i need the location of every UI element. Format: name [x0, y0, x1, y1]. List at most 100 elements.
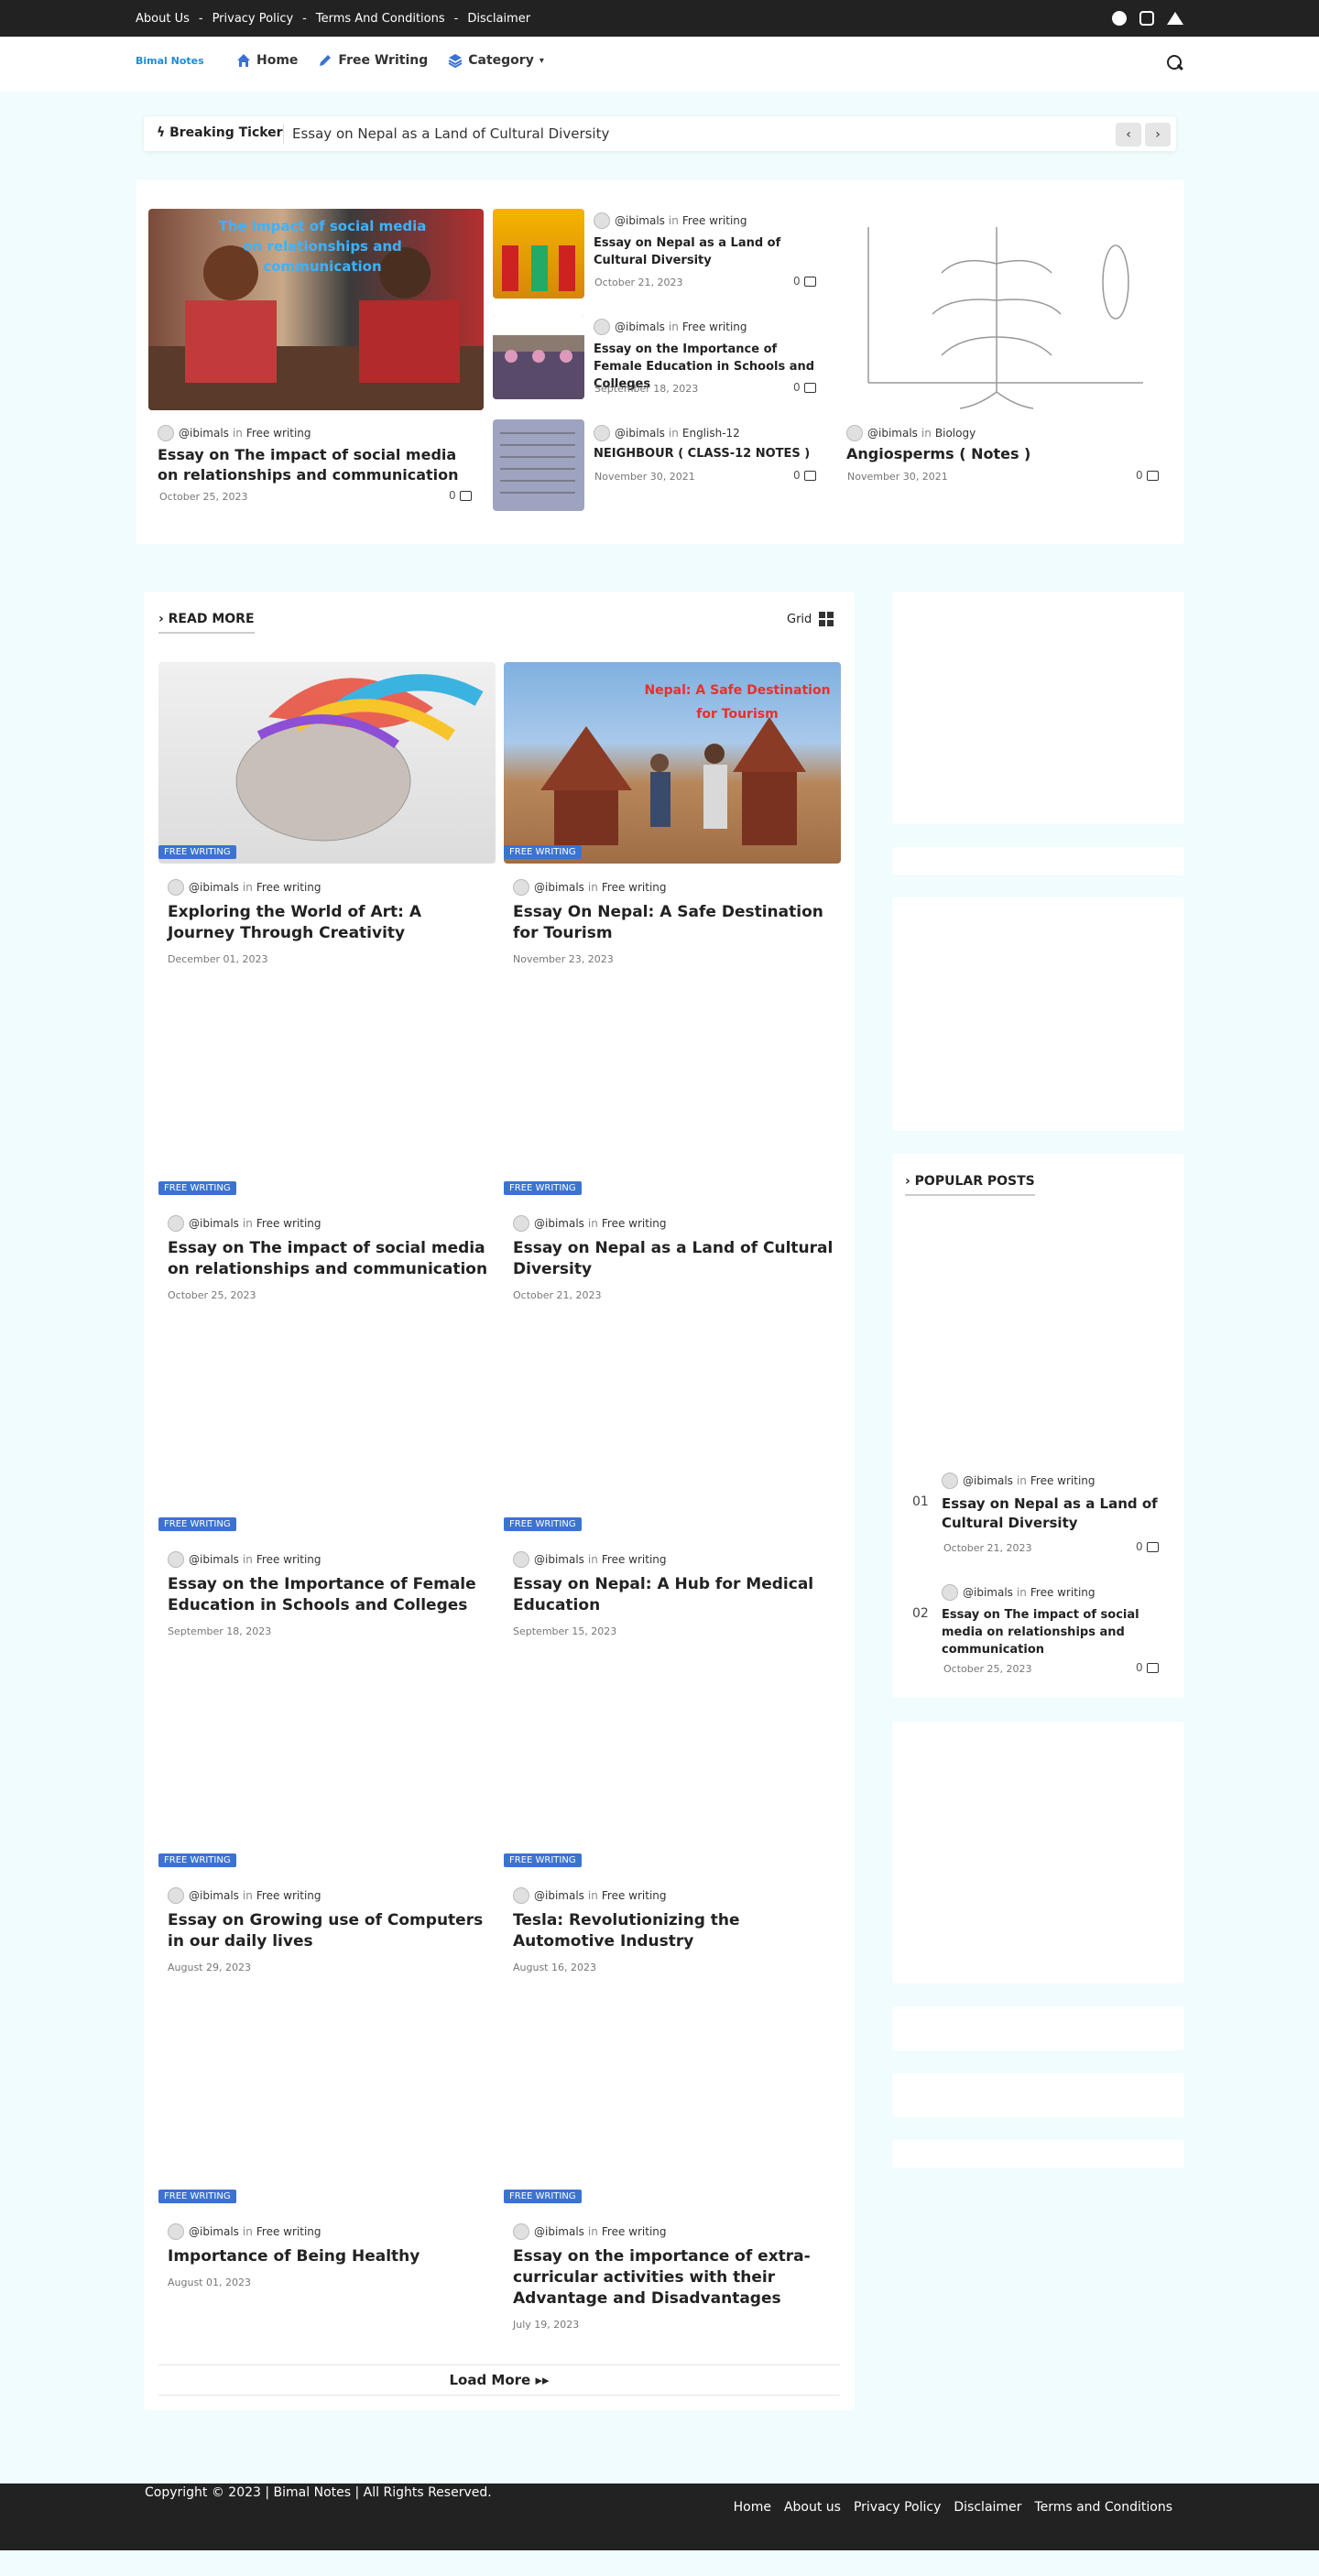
comment-count[interactable]: 0: [793, 275, 816, 288]
author[interactable]: @ibimals: [534, 881, 584, 894]
author[interactable]: @ibimals: [534, 1889, 584, 1902]
category-badge[interactable]: FREE WRITING: [158, 1853, 236, 1867]
category[interactable]: Free writing: [256, 1217, 322, 1230]
category-badge[interactable]: FREE WRITING: [504, 1853, 582, 1867]
popular-title[interactable]: Essay on The impact of social media on r…: [942, 1606, 1152, 1658]
post-title[interactable]: Essay on the Importance of Female Educat…: [168, 1574, 488, 1616]
ticker-text[interactable]: Essay on Nepal as a Land of Cultural Div…: [292, 125, 609, 142]
category-badge[interactable]: FREE WRITING: [504, 1181, 582, 1195]
author[interactable]: @ibimals: [615, 321, 665, 333]
category[interactable]: Free writing: [602, 1553, 667, 1566]
grid-toggle[interactable]: Grid: [787, 612, 834, 626]
avatar: [513, 1215, 529, 1232]
author[interactable]: @ibimals: [189, 1889, 239, 1902]
comment-count[interactable]: 0: [793, 381, 816, 394]
side-featured-title[interactable]: Angiosperms ( Notes ): [846, 445, 1121, 462]
author[interactable]: @ibimals: [189, 1553, 239, 1566]
category[interactable]: Free writing: [1030, 1474, 1096, 1487]
comment-count[interactable]: 0: [1136, 1661, 1159, 1674]
separator: -: [302, 11, 307, 26]
search-icon[interactable]: [1167, 55, 1183, 71]
ticker-next-button[interactable]: ›: [1145, 123, 1171, 147]
list-thumb-2[interactable]: [493, 315, 584, 399]
category-badge[interactable]: FREE WRITING: [504, 845, 582, 859]
nav-item-home[interactable]: Home: [236, 53, 298, 68]
author[interactable]: @ibimals: [189, 2225, 239, 2238]
category[interactable]: Free writing: [256, 1889, 322, 1902]
top-link-about[interactable]: About Us: [136, 12, 190, 26]
load-more-button[interactable]: Load More ▸▸: [158, 2364, 840, 2396]
category[interactable]: Free writing: [682, 321, 747, 333]
category[interactable]: Free writing: [602, 2225, 667, 2238]
nav-item-category[interactable]: Category ▾: [448, 53, 544, 68]
comment-icon: [803, 276, 816, 287]
comment-count[interactable]: 0: [1136, 469, 1159, 482]
category-badge[interactable]: FREE WRITING: [158, 845, 236, 859]
category[interactable]: Free writing: [256, 1553, 322, 1566]
post-title[interactable]: Essay on Nepal: A Hub for Medical Educat…: [513, 1574, 834, 1616]
facebook-icon[interactable]: [1112, 11, 1127, 26]
footer-link-about[interactable]: About us: [784, 2500, 841, 2515]
author[interactable]: @ibimals: [534, 1217, 584, 1230]
category[interactable]: English-12: [682, 427, 740, 440]
featured-main-title[interactable]: Essay on The impact of social media on r…: [158, 445, 469, 485]
thumb-photo: [493, 315, 584, 399]
author[interactable]: @ibimals: [189, 1217, 239, 1230]
author[interactable]: @ibimals: [534, 2225, 584, 2238]
author[interactable]: @ibimals: [867, 427, 918, 440]
category-badge[interactable]: FREE WRITING: [158, 1517, 236, 1531]
top-link-disclaimer[interactable]: Disclaimer: [467, 12, 530, 26]
post-title[interactable]: Tesla: Revolutionizing the Automotive In…: [513, 1910, 834, 1952]
list-title-3[interactable]: NEIGHBOUR ( CLASS-12 NOTES ): [594, 445, 823, 462]
ticker-prev-button[interactable]: ‹: [1116, 123, 1141, 147]
category[interactable]: Free writing: [602, 1889, 667, 1902]
author[interactable]: @ibimals: [179, 427, 229, 440]
category[interactable]: Biology: [935, 427, 976, 440]
comment-count[interactable]: 0: [793, 469, 816, 482]
category-badge[interactable]: FREE WRITING: [158, 2190, 236, 2203]
top-link-terms[interactable]: Terms And Conditions: [316, 12, 445, 26]
top-link-privacy[interactable]: Privacy Policy: [213, 12, 294, 26]
instagram-icon[interactable]: [1139, 11, 1154, 26]
nav-item-free-writing[interactable]: Free Writing: [318, 53, 428, 68]
list-title-1[interactable]: Essay on Nepal as a Land of Cultural Div…: [594, 234, 813, 269]
list-thumb-3[interactable]: [493, 419, 584, 511]
category[interactable]: Free writing: [256, 2225, 322, 2238]
site-logo[interactable]: Bimal Notes: [136, 55, 204, 67]
comment-count[interactable]: 0: [449, 489, 472, 502]
list-thumb-1[interactable]: [493, 209, 584, 299]
author[interactable]: @ibimals: [615, 214, 665, 227]
author[interactable]: @ibimals: [963, 1474, 1013, 1487]
category-badge[interactable]: FREE WRITING: [504, 2190, 582, 2203]
post-title[interactable]: Essay On Nepal: A Safe Destination for T…: [513, 902, 834, 944]
post-title[interactable]: Exploring the World of Art: A Journey Th…: [168, 902, 488, 944]
post-title[interactable]: Essay on The impact of social media on r…: [168, 1238, 488, 1280]
category[interactable]: Free writing: [246, 427, 311, 440]
post-title[interactable]: Importance of Being Healthy: [168, 2246, 488, 2267]
footer-link-disclaimer[interactable]: Disclaimer: [954, 2500, 1021, 2515]
category[interactable]: Free writing: [602, 1217, 667, 1230]
popular-title[interactable]: Essay on Nepal as a Land of Cultural Div…: [942, 1495, 1171, 1533]
side-featured-image[interactable]: [841, 209, 1171, 410]
author[interactable]: @ibimals: [189, 881, 239, 894]
category-badge[interactable]: FREE WRITING: [504, 1517, 582, 1531]
author[interactable]: @ibimals: [615, 427, 665, 440]
comment-count[interactable]: 0: [1136, 1540, 1159, 1553]
category[interactable]: Free writing: [1030, 1586, 1096, 1599]
author[interactable]: @ibimals: [963, 1586, 1013, 1599]
post-title[interactable]: Essay on the importance of extra-curricu…: [513, 2246, 834, 2310]
category[interactable]: Free writing: [682, 214, 747, 227]
twitter-icon[interactable]: [1167, 12, 1183, 25]
footer-link-privacy[interactable]: Privacy Policy: [854, 2500, 941, 2515]
post-title[interactable]: Essay on Growing use of Computers in our…: [168, 1910, 488, 1952]
category-badge[interactable]: FREE WRITING: [158, 1181, 236, 1195]
footer-link-terms[interactable]: Terms and Conditions: [1034, 2500, 1172, 2515]
post-title[interactable]: Essay on Nepal as a Land of Cultural Div…: [513, 1238, 834, 1280]
author[interactable]: @ibimals: [534, 1553, 584, 1566]
category[interactable]: Free writing: [602, 881, 667, 894]
meta-in: in: [1016, 1474, 1027, 1487]
footer-link-home[interactable]: Home: [734, 2500, 771, 2515]
featured-main-image[interactable]: The impact of social media on relationsh…: [148, 209, 484, 410]
avatar: [168, 1215, 184, 1232]
category[interactable]: Free writing: [256, 881, 322, 894]
